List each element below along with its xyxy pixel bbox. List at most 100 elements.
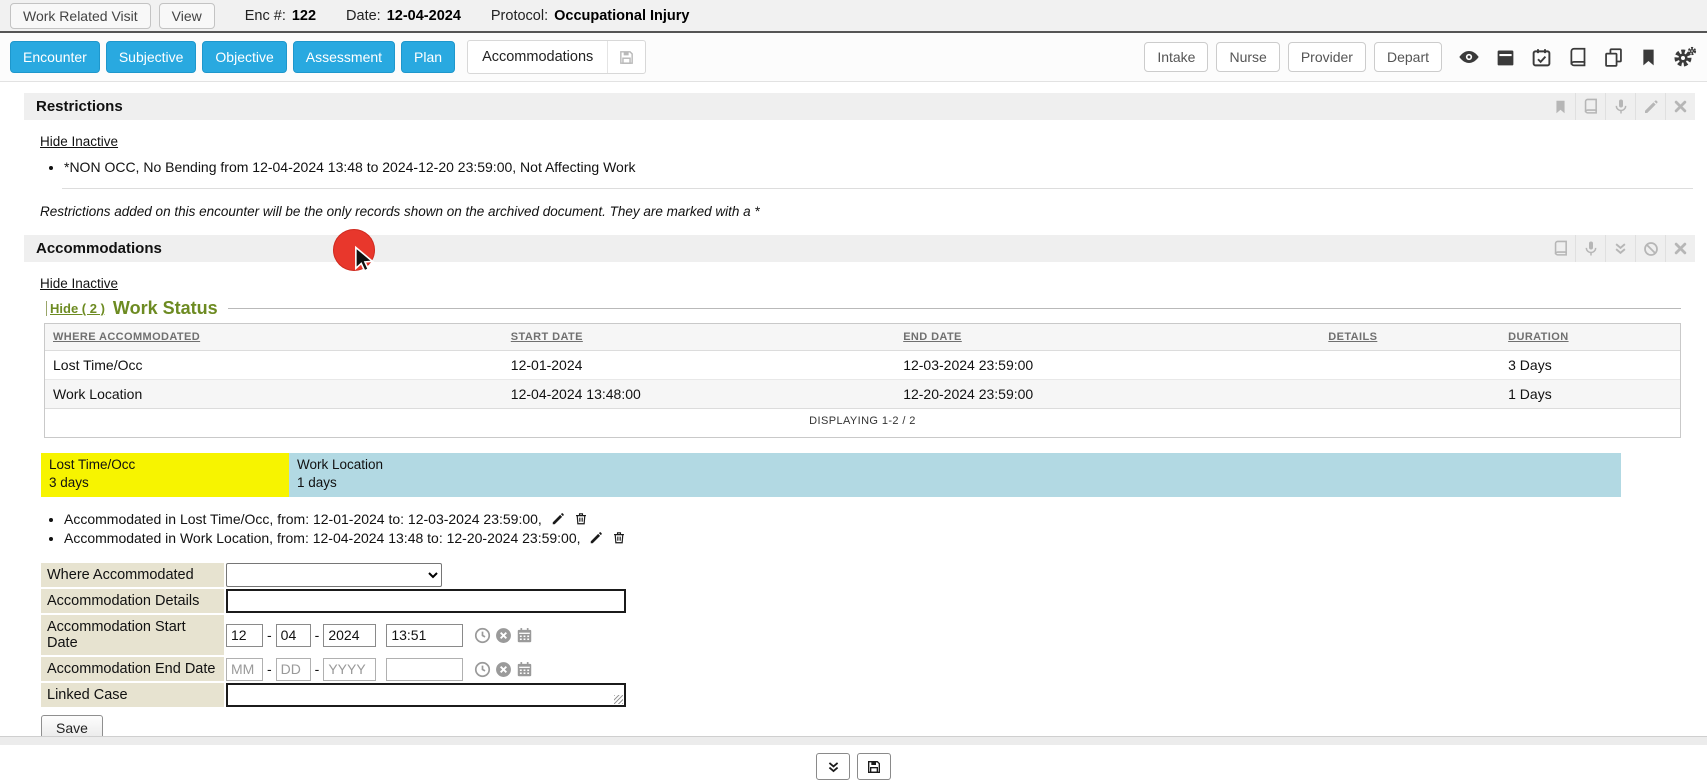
cell-start: 12-04-2024 13:48:00 [503, 380, 895, 409]
delete-trash-icon[interactable] [612, 530, 626, 545]
cell-where: Lost Time/Occ [45, 351, 503, 380]
book-icon[interactable] [1567, 47, 1588, 68]
eye-icon[interactable] [1458, 46, 1480, 68]
calendar-check-icon[interactable] [1531, 47, 1552, 68]
tab-accommodations-active[interactable]: Accommodations [467, 40, 646, 74]
col-end-date[interactable]: END DATE [895, 324, 1320, 351]
bookmark-icon[interactable] [1545, 93, 1575, 120]
pencil-icon[interactable] [1635, 93, 1665, 120]
provider-button[interactable]: Provider [1288, 42, 1366, 72]
tab-encounter[interactable]: Encounter [10, 41, 100, 73]
work-related-visit-button[interactable]: Work Related Visit [10, 3, 151, 29]
clear-date-icon[interactable] [495, 627, 512, 644]
toolbar-icons [1458, 45, 1697, 69]
restrictions-hide-inactive-link[interactable]: Hide Inactive [40, 134, 118, 149]
cell-details [1320, 351, 1500, 380]
timeline-segment-work-location[interactable]: Work Location 1 days [289, 453, 1621, 497]
table-row[interactable]: Lost Time/Occ 12-01-2024 12-03-2024 23:5… [45, 351, 1680, 380]
where-accommodated-select[interactable] [226, 563, 442, 587]
form-row-linked-case: Linked Case [41, 683, 1707, 707]
save-note-icon[interactable] [608, 49, 645, 66]
start-year-input[interactable] [323, 624, 376, 647]
date-separator: - [315, 661, 320, 677]
cell-duration: 3 Days [1500, 351, 1680, 380]
book-icon[interactable] [1575, 93, 1605, 120]
restrictions-title: Restrictions [36, 98, 123, 115]
resize-handle[interactable] [614, 695, 623, 704]
save-section-button[interactable] [857, 753, 891, 780]
accommodation-form: Where Accommodated Accommodation Details… [41, 563, 1707, 707]
collapse-chevrons-icon[interactable] [1605, 235, 1635, 262]
timeline-segment-lost-time[interactable]: Lost Time/Occ 3 days [41, 453, 289, 497]
book-icon[interactable] [1545, 235, 1575, 262]
bookmark-icon[interactable] [1639, 47, 1658, 68]
close-icon[interactable] [1665, 93, 1695, 120]
form-row-where: Where Accommodated [41, 563, 1707, 587]
intake-button[interactable]: Intake [1144, 42, 1208, 72]
col-duration[interactable]: DURATION [1500, 324, 1680, 351]
linked-case-input[interactable] [226, 683, 626, 707]
divider [62, 188, 1693, 189]
legend-rule [228, 308, 1681, 309]
protocol-value: Occupational Injury [554, 8, 689, 24]
settings-gears-icon[interactable] [1673, 45, 1697, 69]
form-row-end-date: Accommodation End Date - - [41, 657, 1707, 681]
restrictions-list: *NON OCC, No Bending from 12-04-2024 13:… [0, 159, 1707, 175]
delete-trash-icon[interactable] [574, 511, 588, 526]
tab-objective[interactable]: Objective [202, 41, 286, 73]
copy-icon[interactable] [1603, 47, 1624, 68]
col-start-date[interactable]: START DATE [503, 324, 895, 351]
accommodation-timeline: Lost Time/Occ 3 days Work Location 1 day… [41, 453, 1621, 497]
tab-subjective[interactable]: Subjective [106, 41, 197, 73]
clock-icon[interactable] [474, 661, 491, 678]
view-button[interactable]: View [159, 3, 215, 29]
ban-icon[interactable] [1635, 235, 1665, 262]
tab-plan[interactable]: Plan [401, 41, 455, 73]
collapse-section-button[interactable] [816, 753, 850, 780]
table-row[interactable]: Work Location 12-04-2024 13:48:00 12-20-… [45, 380, 1680, 409]
date-separator: - [315, 627, 320, 643]
depart-button[interactable]: Depart [1374, 42, 1442, 72]
accommodations-hide-inactive-link[interactable]: Hide Inactive [40, 276, 118, 291]
col-where-accommodated[interactable]: WHERE ACCOMMODATED [45, 324, 503, 351]
work-status-table: WHERE ACCOMMODATED START DATE END DATE D… [44, 323, 1681, 438]
start-time-input[interactable] [386, 624, 463, 647]
bottom-controls [0, 753, 1707, 780]
microphone-icon[interactable] [1605, 93, 1635, 120]
start-day-input[interactable] [276, 624, 311, 647]
edit-pencil-icon[interactable] [551, 512, 565, 526]
edit-pencil-icon[interactable] [589, 531, 603, 545]
calendar-picker-icon[interactable] [516, 661, 533, 678]
calendar-picker-icon[interactable] [516, 627, 533, 644]
tab-assessment[interactable]: Assessment [293, 41, 395, 73]
end-year-input[interactable] [323, 658, 376, 681]
cell-duration: 1 Days [1500, 380, 1680, 409]
end-day-input[interactable] [276, 658, 311, 681]
table-paging-status: DISPLAYING 1-2 / 2 [45, 408, 1680, 437]
cell-where: Work Location [45, 380, 503, 409]
segment-duration: 1 days [297, 474, 1619, 492]
cell-details [1320, 380, 1500, 409]
form-row-start-date: Accommodation Start Date - - [41, 615, 1707, 655]
clear-date-icon[interactable] [495, 661, 512, 678]
nurse-button[interactable]: Nurse [1216, 42, 1279, 72]
col-details[interactable]: DETAILS [1320, 324, 1500, 351]
accommodation-entries: Accommodated in Lost Time/Occ, from: 12-… [0, 511, 1707, 546]
segment-label: Lost Time/Occ [49, 456, 287, 474]
top-bar: Work Related Visit View Enc #: 122 Date:… [0, 0, 1707, 33]
segment-duration: 3 days [49, 474, 287, 492]
work-status-legend: Hide ( 2 ) Work Status [46, 298, 1681, 319]
end-time-input[interactable] [386, 658, 463, 681]
clock-icon[interactable] [474, 627, 491, 644]
accommodation-details-input[interactable] [226, 589, 626, 613]
archive-box-icon[interactable] [1495, 47, 1516, 68]
end-month-input[interactable] [226, 658, 263, 681]
microphone-icon[interactable] [1575, 235, 1605, 262]
encounter-number-field: Enc #: 122 [245, 8, 316, 24]
work-status-hide-link[interactable]: Hide ( 2 ) [46, 301, 105, 316]
accommodation-entry: Accommodated in Lost Time/Occ, from: 12-… [64, 511, 1707, 527]
start-month-input[interactable] [226, 624, 263, 647]
next-section-edge [0, 736, 1707, 745]
close-icon[interactable] [1665, 235, 1695, 262]
tab-bar: Encounter Subjective Objective Assessmen… [0, 33, 1707, 82]
